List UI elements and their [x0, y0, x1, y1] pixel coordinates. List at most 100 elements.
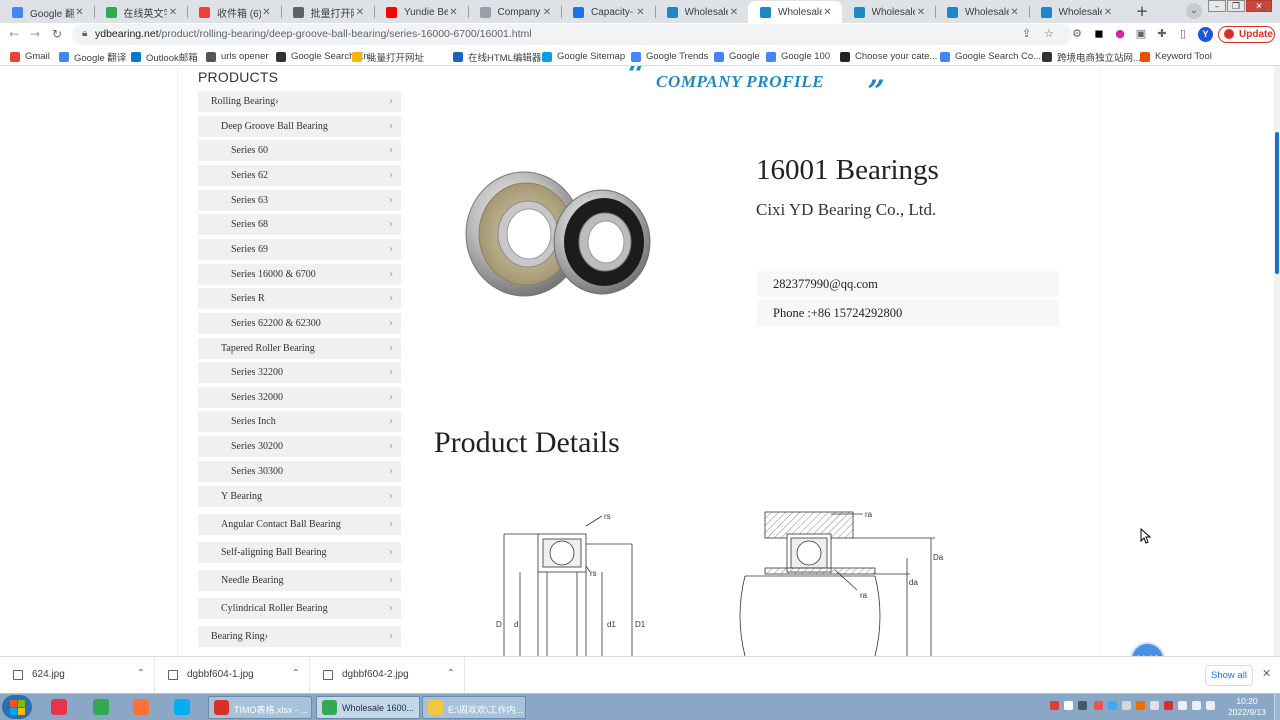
- browser-tab[interactable]: Google 翻译✕: [0, 1, 94, 23]
- start-button[interactable]: [2, 695, 32, 719]
- taskbar-window-button[interactable]: TIMO表格.xlsx - ...: [208, 696, 312, 719]
- share-icon[interactable]: ⇪: [1022, 27, 1031, 40]
- sidebar-menu-item[interactable]: Tapered Roller Bearing ›: [198, 338, 401, 359]
- chevron-up-icon[interactable]: ⌃: [292, 668, 300, 679]
- bookmark-item[interactable]: Google Trends: [631, 50, 708, 63]
- tab-close-icon[interactable]: ✕: [74, 7, 86, 18]
- scrollbar-thumb[interactable]: [1275, 132, 1279, 274]
- tab-close-icon[interactable]: ✕: [822, 7, 834, 18]
- sidebar-menu-item[interactable]: Series 60 ›: [198, 140, 401, 161]
- sogou-input-icon[interactable]: [1050, 701, 1059, 710]
- sidebar-menu-item[interactable]: Series 69 ›: [198, 239, 401, 260]
- tab-close-icon[interactable]: ✕: [635, 7, 647, 18]
- taskbar-window-button[interactable]: E:\周欢欢\工作内...: [422, 696, 526, 719]
- bookmark-item[interactable]: Google Search Co...: [940, 50, 1041, 63]
- browser-tab[interactable]: Company Pr✕: [468, 1, 562, 23]
- tray-app-icon[interactable]: [1164, 701, 1173, 710]
- window-restore-button[interactable]: ❐: [1227, 0, 1245, 12]
- tab-search-button[interactable]: ⌄: [1186, 3, 1202, 19]
- sidebar-menu-item[interactable]: Series 30300 ›: [198, 461, 401, 482]
- tray-app-icon[interactable]: [1094, 701, 1103, 710]
- address-bar[interactable]: 🔒︎ ydbearing.net/product/rolling-bearing…: [72, 24, 1072, 45]
- browser-tab[interactable]: Yundie Bearin✕: [374, 1, 468, 23]
- bookmark-item[interactable]: Google: [714, 50, 760, 63]
- sidebar-menu-item[interactable]: Series 32200 ›: [198, 362, 401, 383]
- bearing-product-image[interactable]: [454, 156, 664, 306]
- browser-tab[interactable]: Wholesale 1(✕: [748, 1, 842, 23]
- browser-tab[interactable]: 收件箱 (6) - y✕: [187, 1, 281, 23]
- sidebar-menu-item[interactable]: Series 62200 & 62300 ›: [198, 313, 401, 334]
- chevron-up-icon[interactable]: ⌃: [137, 668, 145, 679]
- sidebar-menu-item[interactable]: Series 62 ›: [198, 165, 401, 186]
- tab-close-icon[interactable]: ✕: [167, 7, 179, 18]
- window-minimize-button[interactable]: –: [1208, 0, 1226, 12]
- bookmarks-overflow-icon[interactable]: »: [1260, 4, 1266, 15]
- bookmark-item[interactable]: Choose your cate...: [840, 50, 937, 63]
- bookmark-item[interactable]: urls opener: [206, 50, 269, 63]
- extension-gear-icon[interactable]: ⚙: [1069, 26, 1085, 42]
- sidebar-menu-item[interactable]: Series 68 ›: [198, 214, 401, 235]
- download-item[interactable]: 624.jpg ⌃: [0, 657, 155, 694]
- chevron-up-icon[interactable]: ⌃: [447, 668, 455, 679]
- sidebar-menu-item[interactable]: Cylindrical Roller Bearing ›: [198, 598, 401, 619]
- browser-tab[interactable]: Wholesale Se✕: [655, 1, 749, 23]
- browser-tab[interactable]: 批量打开网址✕: [281, 1, 375, 23]
- bookmark-item[interactable]: Google 翻译: [59, 50, 126, 64]
- phone-contact[interactable]: Phone :+86 15724292800: [757, 300, 1059, 326]
- bookmark-item[interactable]: Google Sitemap: [542, 50, 625, 63]
- side-panel-icon[interactable]: ▯: [1175, 26, 1191, 42]
- extensions-puzzle-icon[interactable]: ✚: [1154, 26, 1170, 42]
- bookmark-star-icon[interactable]: ☆: [1044, 27, 1054, 40]
- sidebar-menu-item[interactable]: Series 30200 ›: [198, 436, 401, 457]
- action-center-icon[interactable]: [1206, 701, 1215, 710]
- extension-d-icon[interactable]: ◼: [1091, 26, 1107, 42]
- sidebar-menu-item[interactable]: Bearing Ring› ›: [198, 626, 401, 647]
- tray-app-icon[interactable]: [1122, 701, 1131, 710]
- sidebar-menu-item[interactable]: Series R ›: [198, 288, 401, 309]
- reload-button[interactable]: ↻: [49, 26, 65, 42]
- bookmark-item[interactable]: Gmail: [10, 50, 50, 63]
- page-scrollbar[interactable]: [1274, 66, 1280, 656]
- system-clock[interactable]: 10:20 2022/9/13: [1222, 696, 1272, 718]
- pinned-app[interactable]: [167, 696, 197, 719]
- tab-close-icon[interactable]: ✕: [1102, 7, 1114, 18]
- bookmark-item[interactable]: 在线HTML编辑器: [453, 50, 541, 64]
- browser-tab[interactable]: 在线英文字母✕: [94, 1, 188, 23]
- input-mode-icon[interactable]: [1064, 701, 1073, 710]
- back-button[interactable]: ←: [6, 26, 22, 42]
- tab-close-icon[interactable]: ✕: [728, 7, 740, 18]
- update-button[interactable]: Update: [1218, 26, 1275, 43]
- close-downloads-icon[interactable]: ✕: [1262, 667, 1271, 680]
- sidebar-menu-item[interactable]: Series 16000 & 6700 ›: [198, 264, 401, 285]
- email-contact[interactable]: 282377990@qq.com: [757, 271, 1059, 297]
- sidebar-menu-item[interactable]: Self-aligning Ball Bearing ›: [198, 542, 401, 563]
- pinned-app[interactable]: [44, 696, 74, 719]
- download-item[interactable]: dgbbf604-1.jpg ⌃: [155, 657, 310, 694]
- browser-tab[interactable]: Capacity- Ci✕: [561, 1, 655, 23]
- sidebar-menu-item[interactable]: Series 63 ›: [198, 190, 401, 211]
- tray-app-icon[interactable]: [1108, 701, 1117, 710]
- bookmark-item[interactable]: Keyword Tool: [1140, 50, 1212, 63]
- pinned-app[interactable]: [126, 696, 156, 719]
- volume-icon[interactable]: [1192, 701, 1201, 710]
- sidebar-menu-item[interactable]: Series Inch ›: [198, 411, 401, 432]
- bookmark-item[interactable]: Outlook邮箱: [131, 50, 198, 64]
- tab-close-icon[interactable]: ✕: [915, 7, 927, 18]
- tray-app-icon[interactable]: [1150, 701, 1159, 710]
- browser-tab[interactable]: Wholesale 1(✕: [842, 1, 936, 23]
- browser-tab[interactable]: Wholesale 1(✕: [1029, 1, 1123, 23]
- sidebar-menu-item[interactable]: Rolling Bearing› ›: [198, 91, 401, 112]
- sidebar-menu-item[interactable]: Angular Contact Ball Bearing ›: [198, 514, 401, 535]
- bookmark-item[interactable]: 跨境电商独立站网...: [1042, 50, 1141, 64]
- bookmark-item[interactable]: Google 100: [766, 50, 830, 63]
- sidebar-menu-item[interactable]: Needle Bearing ›: [198, 570, 401, 591]
- sidebar-menu-item[interactable]: Deep Groove Ball Bearing ›: [198, 116, 401, 137]
- tray-arrow-icon[interactable]: [1078, 701, 1087, 710]
- sidebar-menu-item[interactable]: Series 32000 ›: [198, 387, 401, 408]
- download-item[interactable]: dgbbf604-2.jpg ⌃: [310, 657, 465, 694]
- tab-close-icon[interactable]: ✕: [448, 7, 460, 18]
- tray-app-icon[interactable]: [1136, 701, 1145, 710]
- show-desktop-button[interactable]: [1274, 694, 1280, 720]
- tab-close-icon[interactable]: ✕: [1009, 7, 1021, 18]
- network-icon[interactable]: [1178, 701, 1187, 710]
